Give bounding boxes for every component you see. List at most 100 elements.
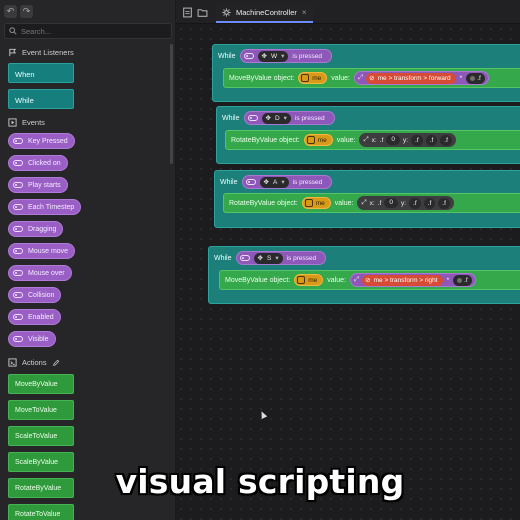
vector-xy-input[interactable]: ⤢ x: .f 0 y: .f .f .f [357,196,454,210]
palette-dragging[interactable]: Dragging [8,221,64,237]
while-block-w[interactable]: While ✥ W ▾ is pressed MoveByValue objec… [212,44,520,102]
search-field[interactable]: Search... [4,23,172,39]
key-select[interactable]: ✥ W ▾ [257,50,289,62]
palette-rotate-to-value[interactable]: RotateToValue [8,504,74,520]
float-label: .f [415,136,419,144]
float-label: .f [427,199,432,207]
float-input[interactable]: .f [453,274,472,286]
transform-forward-pill[interactable]: ⊘ me > transform > forward [366,72,456,84]
float-label: .f [464,276,468,284]
float-input[interactable]: .f [409,197,421,209]
file-icon[interactable] [182,7,193,18]
key-pressed-condition[interactable]: ✥ S ▾ is pressed [235,251,327,265]
float-input[interactable]: .f [423,197,436,209]
rotate-by-value-action[interactable]: RotateByValue object: me value: ⤢ x: .f … [225,130,520,150]
move-icon: ✥ [265,115,271,122]
is-pressed-label: is pressed [286,254,317,262]
key-pressed-condition[interactable]: ✥ W ▾ is pressed [239,49,332,63]
section-title: Event Listeners [22,48,74,57]
sidebar-scrollbar[interactable] [170,44,173,164]
key-select[interactable]: ✥ D ▾ [261,112,291,124]
object-me-pill[interactable]: me [301,197,331,209]
value-label: value: [336,136,356,144]
x-value-input[interactable]: 0 [384,198,398,208]
palette-each-timestep[interactable]: Each Timestep [8,199,82,215]
vector-xy-input[interactable]: ⤢ x: .f 0 y: .f .f .f [359,133,456,147]
action-label: MoveByValue object: [225,276,291,284]
float-input[interactable]: .f [438,197,450,209]
sidebar-toolbar: ↶ ↷ [4,5,33,18]
float-input[interactable]: .f [466,72,485,84]
palette-mouse-over[interactable]: Mouse over [8,265,72,281]
rotate-by-value-action[interactable]: RotateByValue object: me value: ⤢ x: .f … [223,193,520,213]
float-input[interactable]: .f [411,134,423,146]
vector-multiply-pill[interactable]: ⤢ ⊘ me > transform > forward * .f [353,71,489,85]
action-label: RotateByValue object: [231,136,300,144]
while-header: While ✥ A ▾ is pressed [220,175,333,189]
is-pressed-label: is pressed [292,52,322,60]
float-input[interactable]: .f [425,134,438,146]
cube-icon [297,276,306,284]
folder-icon[interactable] [197,7,208,18]
while-block-d[interactable]: While ✥ D ▾ is pressed RotateByValue obj… [216,106,520,164]
float-input[interactable]: .f [440,134,452,146]
vector-icon: ⤢ [361,199,367,206]
pill-label: Visible [28,335,49,343]
toggle-icon [13,270,23,276]
script-canvas[interactable]: While ✥ W ▾ is pressed MoveByValue objec… [176,24,520,520]
move-icon: ✥ [263,179,269,186]
undo-icon[interactable]: ↶ [4,5,17,18]
app-window: ↶ ↷ Search... Event Listeners When While… [0,0,520,520]
transform-right-pill[interactable]: ⊘ me > transform > right [362,274,443,286]
palette-visible[interactable]: Visible [8,331,56,347]
while-header: While ✥ W ▾ is pressed [218,49,332,63]
object-me-pill[interactable]: me [298,72,328,84]
link-icon: ⊘ [369,75,375,82]
palette-collision[interactable]: Collision [8,287,62,303]
pill-label: Play starts [28,181,61,189]
chevron-down-icon: ▾ [281,179,285,186]
float-label: .f [442,199,446,207]
x-value-input[interactable]: 0 [386,135,400,145]
tab-bar: MachineController × [176,0,520,24]
vector-multiply-pill[interactable]: ⤢ ⊘ me > transform > right * .f [349,273,476,287]
while-block-s[interactable]: While ✥ S ▾ is pressed MoveByValue objec… [208,246,520,304]
palette-move-to-value[interactable]: MoveToValue [8,400,74,420]
pencil-icon[interactable] [52,359,60,367]
palette-mouse-move[interactable]: Mouse move [8,243,76,259]
close-icon[interactable]: × [302,8,307,17]
toggle-icon [245,179,256,185]
move-by-value-action[interactable]: MoveByValue object: me value: ⤢ ⊘ me > tr… [219,270,520,290]
palette-play-starts[interactable]: Play starts [8,177,68,193]
palette-when[interactable]: When [8,63,74,83]
float-label: .f [477,74,481,82]
y-label: y: [400,199,407,207]
key-pressed-condition[interactable]: ✥ A ▾ is pressed [241,175,333,189]
object-me-pill[interactable]: me [303,134,333,146]
key-select[interactable]: ✥ A ▾ [259,176,289,188]
tab-machine-controller[interactable]: MachineController × [216,3,313,23]
palette-key-pressed[interactable]: Key Pressed [8,133,75,149]
is-pressed-label: is pressed [294,114,325,122]
while-block-a[interactable]: While ✥ A ▾ is pressed RotateByValue obj… [214,170,520,228]
chevron-down-icon: ▾ [281,53,285,60]
while-label: While [214,254,232,262]
palette-clicked-on[interactable]: Clicked on [8,155,68,171]
move-icon: ✥ [257,255,263,262]
palette-enabled[interactable]: Enabled [8,309,61,325]
dot-icon [457,277,463,283]
palette-while[interactable]: While [8,89,74,109]
redo-icon[interactable]: ↷ [20,5,33,18]
key-select[interactable]: ✥ S ▾ [253,252,283,264]
key-pressed-condition[interactable]: ✥ D ▾ is pressed [243,111,335,125]
toggle-icon [239,255,250,261]
move-by-value-action[interactable]: MoveByValue object: me value: ⤢ ⊘ me > tr… [223,68,520,88]
palette-move-by-value[interactable]: MoveByValue [8,374,74,394]
value-label: value: [334,199,354,207]
palette-scale-to-value[interactable]: ScaleToValue [8,426,74,446]
while-label: While [222,114,240,122]
toggle-icon [243,53,254,59]
is-pressed-label: is pressed [292,178,323,186]
x-label: x: [371,136,377,144]
object-me-pill[interactable]: me [294,274,324,286]
